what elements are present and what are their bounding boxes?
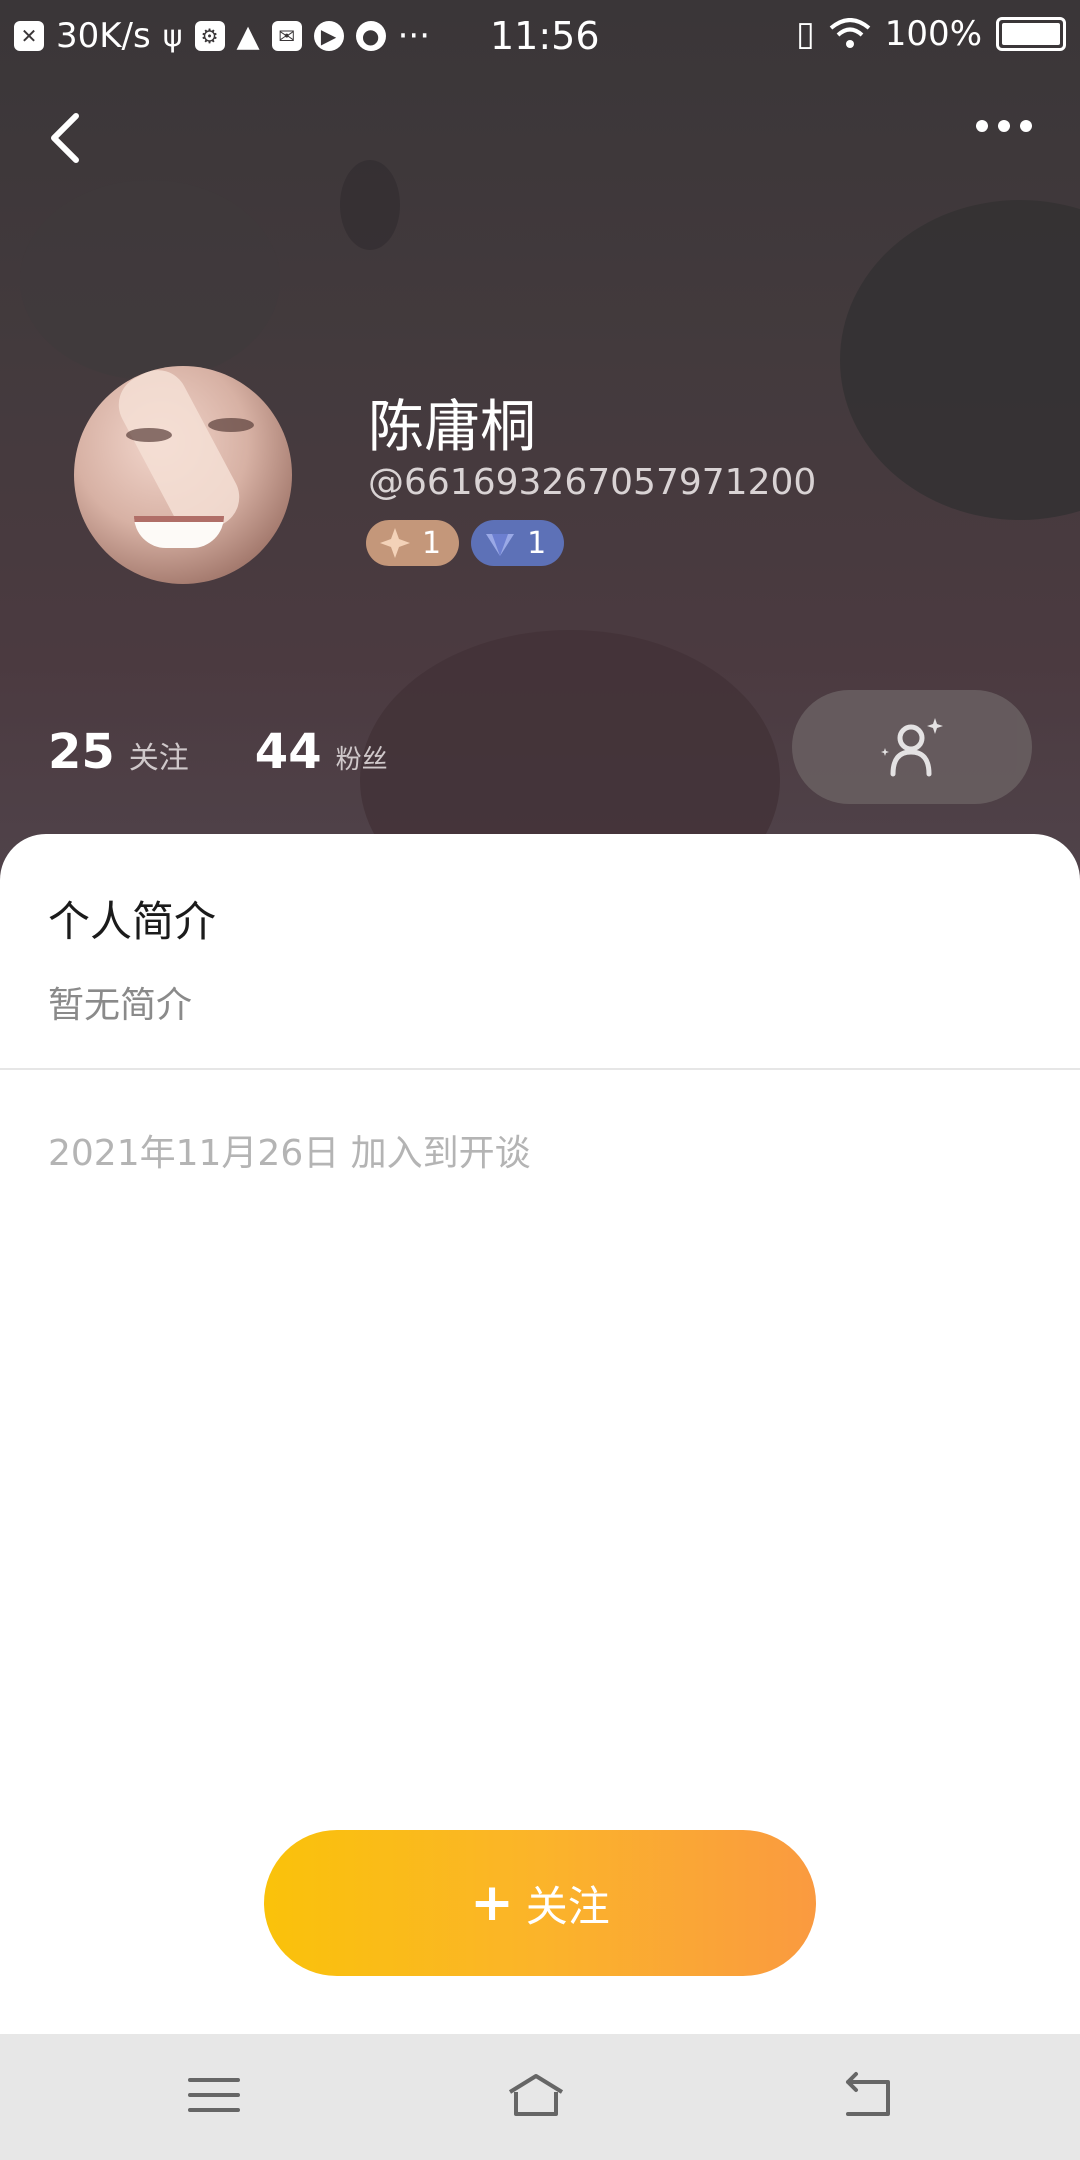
profile-header-background: ✕ 30K/s ψ ⚙ ▲ ✉ ▶ ● ··· 11:56 ▯ 100% 陈庸桐… [0,0,1080,880]
clock: 11:56 [490,14,600,58]
plus-icon: + [470,1873,514,1933]
level-badge-gold[interactable]: 1 [366,520,460,566]
background-shape [840,200,1080,520]
warning-icon: ▲ [236,18,260,54]
more-notifications-icon: ··· [397,16,431,56]
menu-icon[interactable] [184,2070,244,2120]
avatar[interactable] [74,366,292,584]
background-shape [340,160,400,250]
net-speed: 30K/s [56,16,151,56]
star-gem-icon [380,528,410,558]
status-bar: ✕ 30K/s ψ ⚙ ▲ ✉ ▶ ● ··· 11:56 ▯ 100% [0,0,1080,72]
followers-stat[interactable]: 44 粉丝 [255,724,388,780]
badge-level: 1 [422,525,442,561]
battery-icon [996,17,1066,51]
divider [0,1068,1080,1070]
profile-user-id: @661693267057971200 [368,462,817,503]
follow-stats: 25 关注 44 粉丝 [48,724,454,780]
followers-label: 粉丝 [335,745,388,775]
diamond-icon [486,534,515,556]
badge-list: 1 1 [366,520,565,566]
following-count: 25 [48,724,115,780]
planet-icon: ● [355,21,386,51]
followers-count: 44 [254,724,322,780]
add-friend-icon [881,718,943,777]
battery-percent: 100% [884,14,982,54]
more-dots-icon[interactable] [976,120,1032,132]
chevron-left-icon[interactable] [40,108,96,168]
following-label: 关注 [128,741,189,776]
mail-icon: ✉ [271,21,302,51]
home-icon[interactable] [506,2070,566,2120]
background-shape [20,180,280,380]
usb-icon: ψ [162,18,183,54]
following-stat[interactable]: 25 关注 [48,724,189,780]
usb-debug-icon: ⚙ [194,21,225,51]
intro-text: 暂无简介 [48,985,193,1026]
badge-level: 1 [527,525,547,561]
follow-button[interactable]: + 关注 [264,1830,816,1976]
play-icon: ▶ [313,21,344,51]
add-friend-button[interactable] [792,690,1032,804]
intro-title: 个人简介 [48,897,217,946]
level-badge-blue[interactable]: 1 [471,520,565,566]
join-date: 2021年11月26日 加入到开谈 [48,1133,531,1174]
follow-label: 关注 [525,1881,610,1931]
profile-name: 陈庸桐 [368,395,536,460]
close-box-icon: ✕ [14,21,44,51]
vibrate-icon: ▯ [796,14,815,54]
back-nav-icon[interactable] [838,2070,898,2120]
wifi-icon [829,18,871,48]
system-nav-bar [0,2034,1080,2160]
